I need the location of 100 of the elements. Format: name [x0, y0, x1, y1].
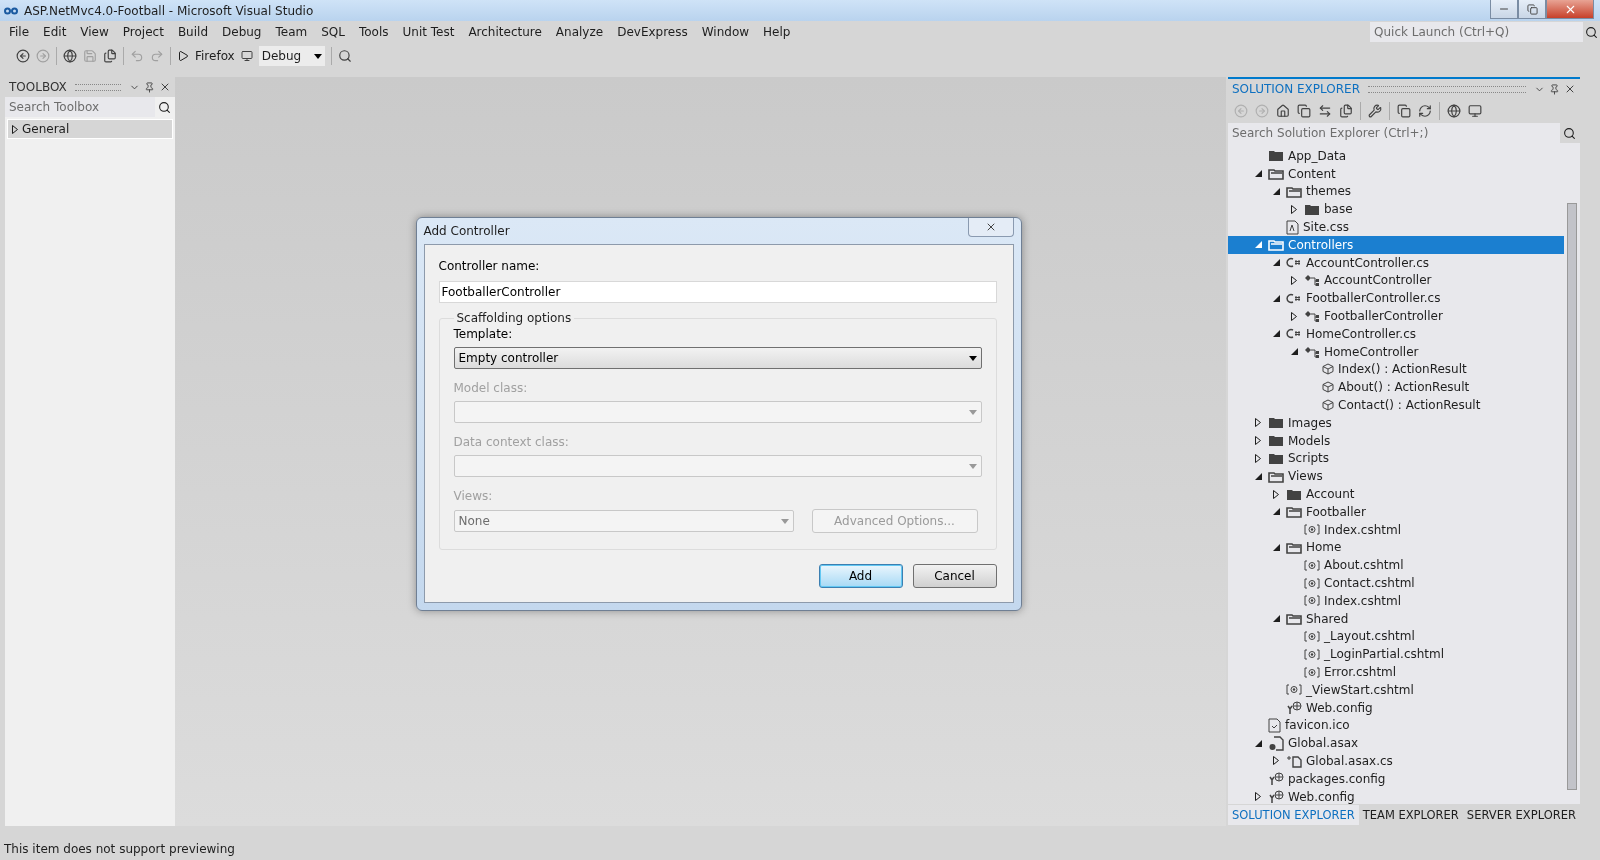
collapsed-arrow-icon[interactable] — [1255, 792, 1261, 802]
tree-item[interactable]: About() : ActionResult — [1228, 378, 1564, 397]
tree-item[interactable]: App_Data — [1228, 147, 1564, 165]
tree-item[interactable]: _ViewStart.cshtml — [1228, 680, 1564, 699]
dialog-button[interactable]: Cancel — [912, 564, 997, 588]
find-icon[interactable] — [337, 49, 352, 63]
menu-item[interactable]: DevExpress — [610, 25, 695, 39]
panel-tab[interactable]: SOLUTION EXPLORER — [1228, 805, 1359, 825]
collapsed-arrow-icon[interactable] — [1255, 418, 1261, 428]
pin-icon[interactable] — [144, 81, 155, 93]
tree-item[interactable]: Index.cshtml — [1228, 591, 1564, 610]
refresh-icon[interactable] — [1418, 104, 1432, 118]
monitor-icon[interactable] — [1468, 104, 1482, 118]
menu-item[interactable]: View — [73, 25, 116, 39]
tree-item[interactable]: Models — [1228, 431, 1564, 450]
save-all-icon[interactable] — [103, 49, 117, 63]
menu-item[interactable]: Architecture — [461, 25, 549, 39]
toolbox-group[interactable]: General — [7, 119, 173, 139]
monitor-icon[interactable] — [240, 50, 253, 62]
expanded-arrow-icon[interactable] — [1272, 543, 1280, 551]
tree-item[interactable]: Web.config — [1228, 698, 1564, 717]
tree-item[interactable]: Scripts — [1228, 449, 1564, 468]
tree-item[interactable]: AccountController — [1228, 271, 1564, 290]
menu-item[interactable]: Analyze — [548, 25, 611, 39]
panel-tab[interactable]: SERVER EXPLORER — [1462, 805, 1580, 825]
expanded-arrow-icon[interactable] — [1272, 294, 1280, 302]
files-icon[interactable] — [1339, 104, 1353, 118]
expanded-arrow-icon[interactable] — [1272, 188, 1280, 195]
tree-item[interactable]: Index.cshtml — [1228, 520, 1564, 539]
expanded-arrow-icon[interactable] — [1254, 739, 1262, 747]
tree-item[interactable]: Error.cshtml — [1228, 663, 1564, 681]
menu-item[interactable]: File — [2, 25, 37, 39]
menu-item[interactable]: Debug — [215, 25, 269, 39]
tree-item[interactable]: Shared — [1228, 609, 1564, 628]
home-icon[interactable] — [1276, 104, 1290, 118]
tree-item[interactable]: FootballerController — [1228, 307, 1564, 325]
tree-item[interactable]: Views — [1228, 467, 1564, 486]
search-field[interactable]: Search Toolbox — [5, 97, 155, 117]
menu-item[interactable]: Edit — [36, 25, 74, 39]
tree-item[interactable]: Global.asax.cs — [1228, 752, 1564, 770]
search-icon[interactable] — [1563, 126, 1576, 140]
tree-item[interactable]: _LoginPartial.cshtml — [1228, 645, 1564, 664]
menu-item[interactable]: Window — [694, 25, 757, 39]
search-icon[interactable] — [1585, 25, 1598, 39]
tree-item[interactable]: Web.config — [1228, 787, 1564, 804]
close-icon[interactable] — [1564, 83, 1576, 95]
controller-name-field[interactable]: FootballerController — [438, 281, 997, 303]
tree-item[interactable]: HomeController — [1228, 342, 1564, 361]
back-icon[interactable] — [16, 49, 30, 63]
drag-handle[interactable] — [1368, 85, 1526, 93]
expanded-arrow-icon[interactable] — [1254, 472, 1262, 480]
tree-item[interactable]: HomeController.cs — [1228, 324, 1564, 343]
close-button[interactable] — [1546, 0, 1594, 19]
menu-item[interactable]: Team — [268, 25, 315, 39]
search-field[interactable]: Search Solution Explorer (Ctrl+;) — [1228, 123, 1560, 143]
tree-item[interactable]: packages.config — [1228, 769, 1564, 788]
collapsed-arrow-icon[interactable] — [12, 124, 18, 134]
menu-item[interactable]: Help — [756, 25, 798, 39]
menu-item[interactable]: Unit Test — [395, 25, 462, 39]
tree-item[interactable]: themes — [1228, 182, 1564, 201]
wrench-icon[interactable] — [1368, 104, 1382, 118]
menu-item[interactable]: Tools — [351, 25, 396, 39]
sync-icon[interactable] — [1318, 104, 1332, 118]
tree-item[interactable]: Site.css — [1228, 218, 1564, 236]
expanded-arrow-icon[interactable] — [1272, 259, 1280, 267]
menu-item[interactable]: Project — [115, 25, 171, 39]
pin-icon[interactable] — [1549, 83, 1560, 95]
collapsed-arrow-icon[interactable] — [1291, 311, 1297, 321]
scrollbar-thumb[interactable] — [1567, 203, 1577, 790]
menu-item[interactable]: SQL — [314, 25, 352, 39]
tree-item[interactable]: Account — [1228, 485, 1564, 503]
collapsed-arrow-icon[interactable] — [1255, 436, 1261, 446]
tree-item[interactable]: Global.asax — [1228, 734, 1564, 753]
copy-icon[interactable] — [1397, 104, 1411, 118]
tree-item[interactable]: Home — [1228, 538, 1564, 557]
quick-launch-field[interactable]: Quick Launch (Ctrl+Q) — [1370, 22, 1583, 42]
views-dropdown[interactable]: None — [453, 510, 794, 532]
configuration-dropdown[interactable]: Debug — [258, 46, 325, 66]
tree-item[interactable]: Images — [1228, 413, 1564, 432]
dropdown[interactable]: Empty controller — [453, 347, 982, 369]
collapsed-arrow-icon[interactable] — [1255, 453, 1261, 463]
run-target-button[interactable]: Firefox — [195, 49, 235, 63]
expanded-arrow-icon[interactable] — [1254, 170, 1262, 178]
globe-icon[interactable] — [1447, 104, 1461, 118]
expanded-arrow-icon[interactable] — [1272, 330, 1280, 338]
panel-tab[interactable]: TEAM EXPLORER — [1358, 805, 1463, 825]
tree-item[interactable]: favicon.ico — [1228, 716, 1564, 735]
restore-button[interactable] — [1518, 0, 1546, 19]
close-icon[interactable] — [159, 81, 171, 93]
minimize-button[interactable] — [1490, 0, 1518, 19]
collapsed-arrow-icon[interactable] — [1273, 756, 1279, 766]
expanded-arrow-icon[interactable] — [1272, 615, 1280, 623]
expanded-arrow-icon[interactable] — [1290, 348, 1298, 356]
tree-item[interactable]: Contact() : ActionResult — [1228, 396, 1564, 414]
search-icon[interactable] — [158, 100, 171, 114]
drag-handle[interactable] — [74, 83, 121, 91]
collapsed-arrow-icon[interactable] — [1291, 204, 1297, 214]
tree-item[interactable]: About.cshtml — [1228, 556, 1564, 575]
menu-item[interactable]: Build — [170, 25, 215, 39]
dialog-button[interactable]: Add — [818, 564, 903, 588]
